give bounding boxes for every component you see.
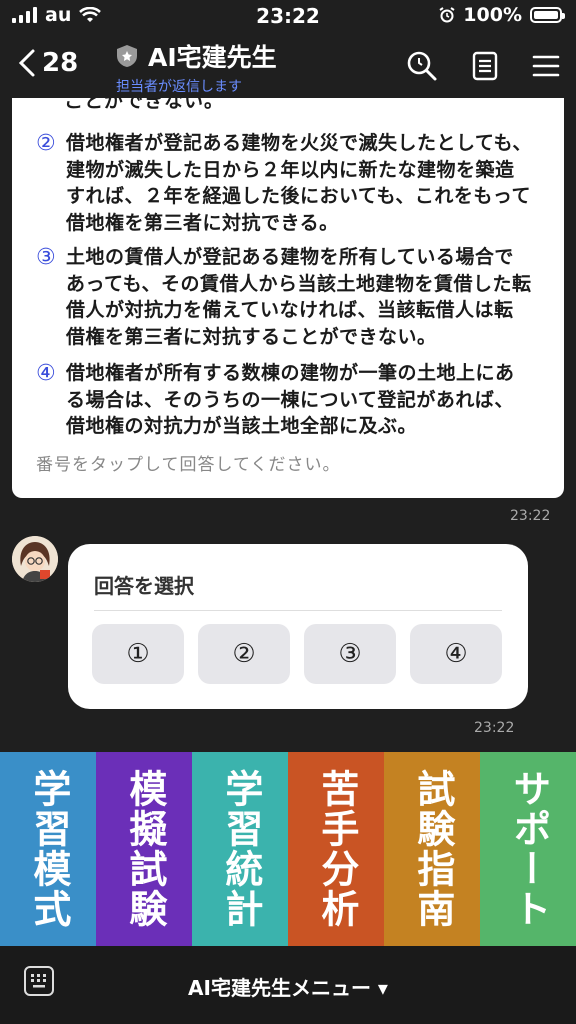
rich-menu-label: 試験指南 (410, 769, 455, 929)
option-4: ④ 借地権者が所有する数棟の建物が一筆の土地上にある場合は、そのうちの一棟につい… (36, 360, 532, 440)
back-button[interactable]: 28 (18, 48, 78, 78)
answer-button-2[interactable]: ② (198, 624, 290, 684)
rich-menu-mock-exam[interactable]: 模擬試験 (96, 752, 192, 946)
shield-icon (117, 45, 137, 67)
chat-header: 28 AI宅建先生 担当者が返信します (0, 32, 576, 98)
option-number: ④ (36, 361, 56, 386)
rich-menu-label: 学習統計 (218, 769, 263, 929)
option-number: ② (36, 131, 56, 156)
teacher-avatar-icon (12, 536, 58, 582)
answer-card: 回答を選択 ① ② ③ ④ (68, 544, 528, 709)
menu-icon[interactable] (532, 54, 560, 78)
message-timestamp: 23:22 (510, 508, 551, 524)
option-2: ② 借地権者が登記ある建物を火災で滅失したとしても、建物が滅失した日から２年以内… (36, 130, 532, 236)
battery-percent: 100% (463, 4, 522, 26)
rich-menu-label: 模擬試験 (122, 769, 167, 929)
option-number: ③ (36, 245, 56, 270)
chat-subtitle: 担当者が返信します (116, 79, 242, 95)
status-bar: au 23:22 100% (0, 0, 576, 32)
divider (94, 610, 502, 611)
rich-menu-study-mode[interactable]: 学習模式 (0, 752, 96, 946)
message-timestamp: 23:22 (474, 720, 515, 736)
answer-button-1[interactable]: ① (92, 624, 184, 684)
unread-count: 28 (42, 48, 79, 78)
option-text: 借地権者が所有する数棟の建物が一筆の土地上にある場合は、そのうちの一棟について登… (66, 362, 515, 437)
option-3: ③ 土地の賃借人が登記ある建物を所有している場合であっても、その賃借人から当該土… (36, 244, 532, 350)
answer-button-4[interactable]: ④ (410, 624, 502, 684)
answer-card-title: 回答を選択 (94, 574, 194, 598)
option-text: 借地権者が登記ある建物を火災で滅失したとしても、建物が滅失した日から２年以内に新… (66, 132, 532, 234)
chevron-left-icon (18, 49, 35, 77)
chat-title: AI宅建先生 (148, 43, 277, 72)
rich-menu-weakness-analysis[interactable]: 苦手分析 (288, 752, 384, 946)
rich-menu-exam-guide[interactable]: 試験指南 (384, 752, 480, 946)
battery-icon (530, 7, 565, 23)
rich-menu-label: サポート (506, 769, 551, 929)
answer-button-3[interactable]: ③ (304, 624, 396, 684)
rich-menu: 学習模式 模擬試験 学習統計 苦手分析 試験指南 サポート (0, 752, 576, 946)
instruction-text: 番号をタップして回答してください。 (36, 455, 341, 475)
question-message: ことができない。 ② 借地権者が登記ある建物を火災で滅失したとしても、建物が滅失… (12, 98, 564, 498)
search-icon[interactable] (406, 50, 438, 82)
bottom-bar: AI宅建先生メニュー ▾ (0, 946, 576, 1024)
notes-icon[interactable] (472, 51, 498, 81)
rich-menu-toggle[interactable]: AI宅建先生メニュー ▾ (0, 972, 576, 1001)
rich-menu-label: 苦手分析 (314, 769, 359, 929)
option-text: 土地の賃借人が登記ある建物を所有している場合であっても、その賃借人から当該土地建… (66, 246, 532, 348)
avatar[interactable] (12, 536, 58, 582)
rich-menu-support[interactable]: サポート (480, 752, 576, 946)
rich-menu-label: 学習模式 (26, 769, 71, 929)
rich-menu-study-stats[interactable]: 学習統計 (192, 752, 288, 946)
option-1-tail: ことができない。 (64, 98, 225, 112)
alarm-icon (439, 7, 455, 23)
